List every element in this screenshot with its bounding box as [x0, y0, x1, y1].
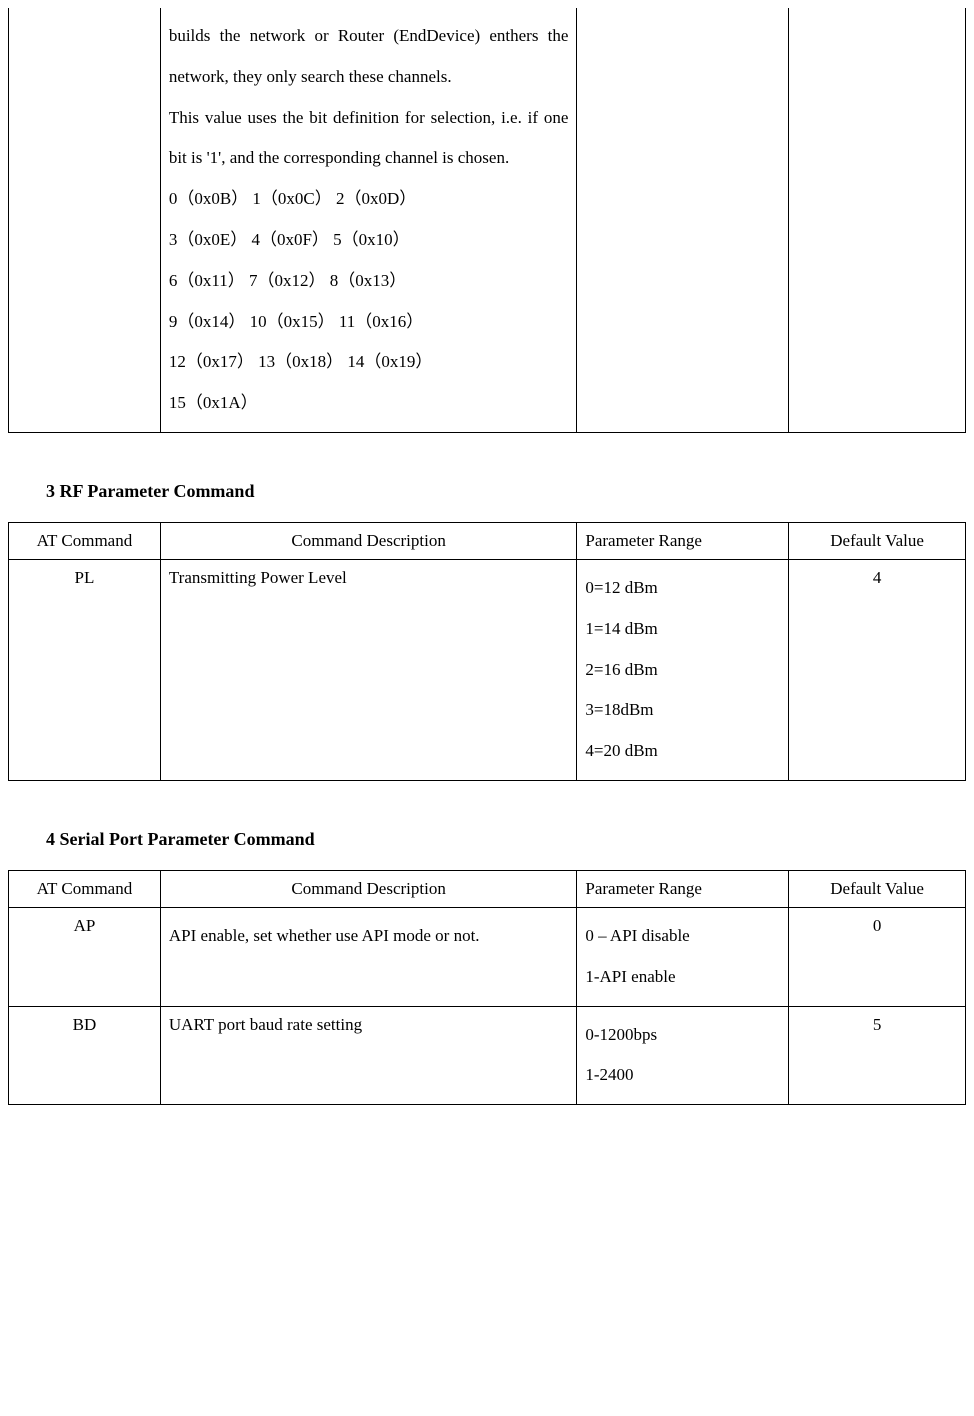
- th-default-value: Default Value: [789, 870, 966, 907]
- bit-row: 0（0x0B） 1（0x0C） 2（0x0D）: [169, 179, 569, 220]
- cell-range: 0=12 dBm 1=14 dBm 2=16 dBm 3=18dBm 4=20 …: [577, 559, 789, 780]
- range-line: 0-1200bps: [585, 1015, 780, 1056]
- bit-row: 3（0x0E） 4（0x0F） 5（0x10）: [169, 220, 569, 261]
- table-row: BD UART port baud rate setting 0-1200bps…: [9, 1006, 966, 1105]
- fragment-desc-line: builds the network or Router (EndDevice)…: [169, 16, 569, 98]
- cell-range: 0 – API disable 1-API enable: [577, 907, 789, 1006]
- range-line: 4=20 dBm: [585, 731, 780, 772]
- th-command-description: Command Description: [160, 870, 576, 907]
- section-heading-3: 3 RF Parameter Command: [46, 481, 966, 502]
- th-command-description: Command Description: [160, 522, 576, 559]
- range-line: 2=16 dBm: [585, 650, 780, 691]
- cell-desc: UART port baud rate setting: [160, 1006, 576, 1105]
- bit-row: 9（0x14） 10（0x15） 11（0x16）: [169, 302, 569, 343]
- cell-cmd: BD: [9, 1006, 161, 1105]
- fragment-default-cell: [789, 8, 966, 432]
- cell-cmd: AP: [9, 907, 161, 1006]
- cell-desc: Transmitting Power Level: [160, 559, 576, 780]
- bit-row: 6（0x11） 7（0x12） 8（0x13）: [169, 261, 569, 302]
- section-heading-4: 4 Serial Port Parameter Command: [46, 829, 966, 850]
- range-line: 1-2400: [585, 1055, 780, 1096]
- bit-row: 12（0x17） 13（0x18） 14（0x19）: [169, 342, 569, 383]
- fragment-desc-cell: builds the network or Router (EndDevice)…: [160, 8, 577, 432]
- fragment-table: builds the network or Router (EndDevice)…: [8, 8, 966, 433]
- cell-default: 0: [789, 907, 966, 1006]
- th-at-command: AT Command: [9, 870, 161, 907]
- serial-param-table: AT Command Command Description Parameter…: [8, 870, 966, 1105]
- fragment-range-cell: [577, 8, 789, 432]
- th-parameter-range: Parameter Range: [577, 870, 789, 907]
- cell-default: 4: [789, 559, 966, 780]
- table-header-row: AT Command Command Description Parameter…: [9, 522, 966, 559]
- th-parameter-range: Parameter Range: [577, 522, 789, 559]
- table-row: PL Transmitting Power Level 0=12 dBm 1=1…: [9, 559, 966, 780]
- cell-range: 0-1200bps 1-2400: [577, 1006, 789, 1105]
- cell-desc: API enable, set whether use API mode or …: [160, 907, 576, 1006]
- range-line: 1-API enable: [585, 957, 780, 998]
- th-default-value: Default Value: [789, 522, 966, 559]
- fragment-desc-line: This value uses the bit definition for s…: [169, 98, 569, 180]
- range-line: 1=14 dBm: [585, 609, 780, 650]
- bit-row: 15（0x1A）: [169, 383, 569, 424]
- table-row: builds the network or Router (EndDevice)…: [9, 8, 966, 432]
- range-line: 0=12 dBm: [585, 568, 780, 609]
- rf-param-table: AT Command Command Description Parameter…: [8, 522, 966, 781]
- table-header-row: AT Command Command Description Parameter…: [9, 870, 966, 907]
- cell-default: 5: [789, 1006, 966, 1105]
- th-at-command: AT Command: [9, 522, 161, 559]
- fragment-cmd-cell: [9, 8, 161, 432]
- range-line: 3=18dBm: [585, 690, 780, 731]
- table-row: AP API enable, set whether use API mode …: [9, 907, 966, 1006]
- desc-text: API enable, set whether use API mode or …: [169, 916, 568, 957]
- range-line: 0 – API disable: [585, 916, 780, 957]
- cell-cmd: PL: [9, 559, 161, 780]
